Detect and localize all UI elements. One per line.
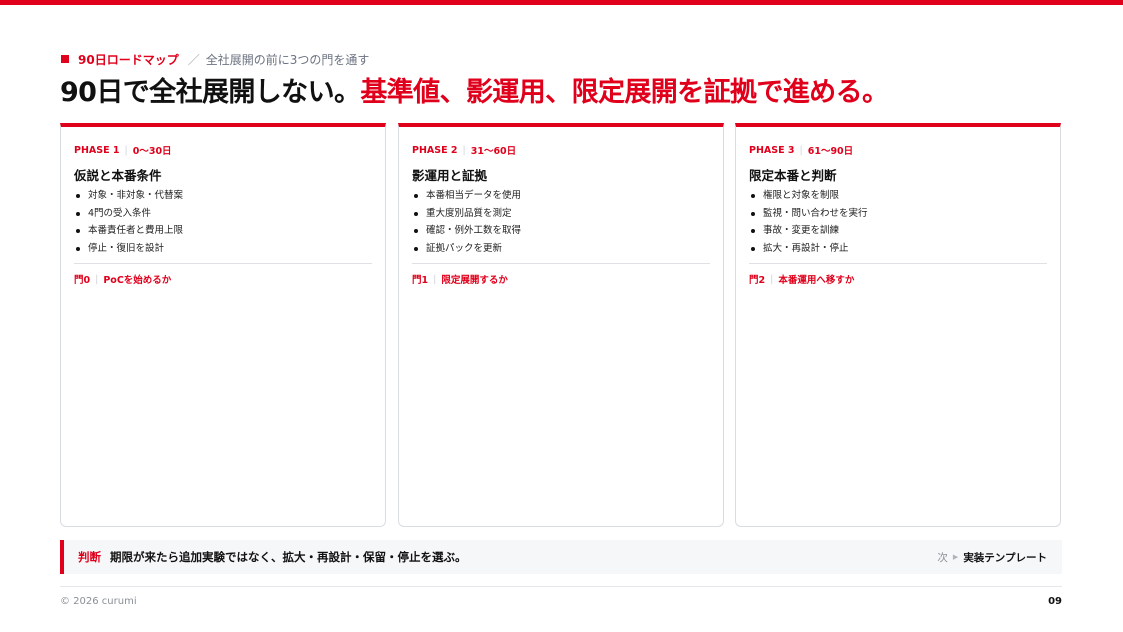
phase-divider: |	[799, 144, 803, 156]
phase-items: 対象・非対象・代替案 4門の受入条件 本番責任者と費用上限 停止・復旧を設計	[74, 187, 372, 257]
gate-label: 門2 | 本番運用へ移すか	[749, 272, 1047, 287]
card-divider	[749, 263, 1047, 265]
phase-number: PHASE 1	[74, 144, 120, 156]
phase-label: PHASE 1 | 0〜30日	[74, 144, 372, 158]
judgement-banner: 判断 期限が来たら追加実験ではなく、拡大・再設計・保留・停止を選ぶ。 次 ▶ 実…	[60, 540, 1062, 574]
copyright: © 2026 curumi	[60, 596, 137, 607]
phase-items: 本番相当データを使用 重大度別品質を測定 確認・例外工数を取得 証拠パックを更新	[412, 187, 710, 257]
list-item: 証拠パックを更新	[412, 240, 710, 258]
page-number: 09	[1048, 596, 1062, 607]
phase-number: PHASE 3	[749, 144, 795, 156]
triangle-right-icon: ▶	[952, 553, 959, 561]
gate-label: 門1 | 限定展開するか	[412, 272, 710, 287]
phase-divider: |	[124, 144, 128, 156]
eyebrow: 90日ロードマップ ／ 全社展開の前に3つの門を通す	[61, 51, 369, 67]
phase-title: 限定本番と判断	[749, 168, 837, 183]
title-emphasis: 基準値、影運用、限定展開を証拠で進める。	[360, 77, 889, 108]
gate-id: 門1	[412, 275, 429, 287]
list-item: 確認・例外工数を取得	[412, 222, 710, 240]
phase-label: PHASE 3 | 61〜90日	[749, 144, 1047, 158]
phase-label: PHASE 2 | 31〜60日	[412, 144, 710, 158]
phase-card-2: PHASE 2 | 31〜60日 影運用と証拠 本番相当データを使用 重大度別品…	[398, 123, 724, 527]
top-accent-bar	[0, 0, 1123, 5]
title-lead: 90日で全社展開しない。	[60, 77, 361, 108]
list-item: 事故・変更を訓練	[749, 222, 1047, 240]
list-item: 本番責任者と費用上限	[74, 222, 372, 240]
next-link[interactable]: 次 ▶ 実装テンプレート	[937, 550, 1047, 565]
gate-label: 門0 | PoCを始めるか	[74, 272, 372, 287]
phase-number: PHASE 2	[412, 144, 458, 156]
phase-title: 影運用と証拠	[412, 168, 488, 183]
list-item: 監視・問い合わせを実行	[749, 205, 1047, 223]
list-item: 停止・復旧を設計	[74, 240, 372, 258]
phase-card-1: PHASE 1 | 0〜30日 仮説と本番条件 対象・非対象・代替案 4門の受入…	[60, 123, 386, 527]
list-item: 権限と対象を制限	[749, 187, 1047, 205]
list-item: 4門の受入条件	[74, 205, 372, 223]
judgement-label: 判断	[78, 550, 101, 564]
red-square-icon	[61, 55, 69, 63]
gate-divider: |	[95, 273, 99, 285]
list-item: 拡大・再設計・停止	[749, 240, 1047, 258]
section-label: 90日ロードマップ	[78, 52, 179, 67]
gate-divider: |	[433, 273, 437, 285]
gate-id: 門0	[74, 275, 91, 287]
next-label: 次	[937, 551, 948, 564]
judgement-text: 期限が来たら追加実験ではなく、拡大・再設計・保留・停止を選ぶ。	[110, 550, 467, 564]
slash-separator: ／	[187, 52, 200, 67]
phase-items: 権限と対象を制限 監視・問い合わせを実行 事故・変更を訓練 拡大・再設計・停止	[749, 187, 1047, 257]
list-item: 対象・非対象・代替案	[74, 187, 372, 205]
list-item: 重大度別品質を測定	[412, 205, 710, 223]
phase-title: 仮説と本番条件	[74, 168, 162, 183]
card-divider	[74, 263, 372, 265]
phase-card-3: PHASE 3 | 61〜90日 限定本番と判断 権限と対象を制限 監視・問い合…	[735, 123, 1061, 527]
phase-range: 31〜60日	[470, 146, 517, 157]
next-title: 実装テンプレート	[963, 551, 1047, 564]
phase-range: 0〜30日	[132, 146, 172, 157]
page-title: 90日で全社展開しない。基準値、影運用、限定展開を証拠で進める。	[60, 73, 889, 113]
phase-divider: |	[462, 144, 466, 156]
footer-divider	[60, 586, 1062, 587]
section-subtitle: 全社展開の前に3つの門を通す	[205, 52, 370, 67]
gate-id: 門2	[749, 275, 766, 287]
gate-question: PoCを始めるか	[103, 275, 172, 287]
gate-question: 本番運用へ移すか	[778, 275, 855, 287]
card-divider	[412, 263, 710, 265]
gate-question: 限定展開するか	[441, 275, 508, 287]
list-item: 本番相当データを使用	[412, 187, 710, 205]
gate-divider: |	[770, 273, 774, 285]
phase-range: 61〜90日	[807, 146, 854, 157]
